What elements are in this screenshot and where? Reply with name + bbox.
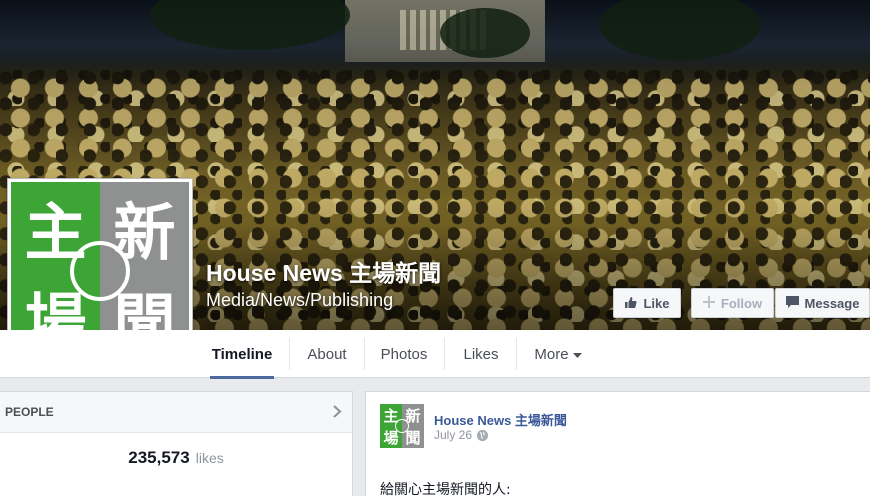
follow-label: Follow [720, 295, 763, 311]
likes-label: likes [195, 450, 224, 466]
message-label: Message [804, 295, 860, 311]
people-title: PEOPLE [5, 405, 54, 419]
like-button[interactable]: Like [613, 288, 681, 318]
tab-likes[interactable]: Likes [455, 330, 507, 378]
post-meta: July 26 [434, 428, 489, 442]
chevron-right-icon[interactable] [333, 402, 342, 423]
tab-label: About [307, 345, 347, 363]
tab-label: Timeline [211, 345, 273, 363]
page-name[interactable]: House News 主場新聞 [206, 254, 441, 288]
follow-button[interactable]: Follow [691, 288, 774, 318]
post-text: 給關心主場新聞的人: [380, 482, 511, 496]
page-tab-bar: Timeline About Photos Likes More [0, 330, 870, 379]
tab-divider [516, 338, 517, 370]
plus-icon [702, 296, 715, 310]
cover-tree [440, 8, 530, 58]
tab-divider [444, 338, 445, 370]
tab-divider [289, 338, 290, 370]
tab-about[interactable]: About [300, 330, 354, 378]
tab-label: Photos [380, 345, 428, 363]
post-date[interactable]: July 26 [434, 428, 472, 442]
logo-circle [70, 241, 130, 301]
caret-down-icon [572, 346, 582, 363]
people-header[interactable]: PEOPLE [0, 392, 352, 433]
page-category[interactable]: Media/News/Publishing [206, 290, 393, 311]
tab-more[interactable]: More [528, 330, 588, 378]
tab-divider [364, 338, 365, 370]
thumbs-up-icon [624, 296, 638, 311]
tab-timeline[interactable]: Timeline [210, 330, 274, 379]
globe-icon[interactable] [477, 429, 489, 441]
people-card: PEOPLE 235,573 likes [0, 391, 353, 496]
tab-photos[interactable]: Photos [375, 330, 433, 378]
likes-count: 235,573 [128, 448, 190, 467]
speech-bubble-icon [785, 296, 799, 310]
tab-label: Likes [463, 345, 499, 363]
tab-label: More [534, 345, 569, 363]
logo-circle [395, 419, 409, 433]
like-label: Like [643, 295, 670, 311]
timeline-post: 主 新 場 聞 House News 主場新聞 July 26 給關心主場新聞的… [365, 391, 870, 496]
post-avatar[interactable]: 主 新 場 聞 [380, 404, 424, 448]
post-author[interactable]: House News 主場新聞 [434, 410, 567, 429]
message-button[interactable]: Message [775, 288, 870, 318]
likes-summary[interactable]: 235,573 likes [0, 433, 352, 483]
